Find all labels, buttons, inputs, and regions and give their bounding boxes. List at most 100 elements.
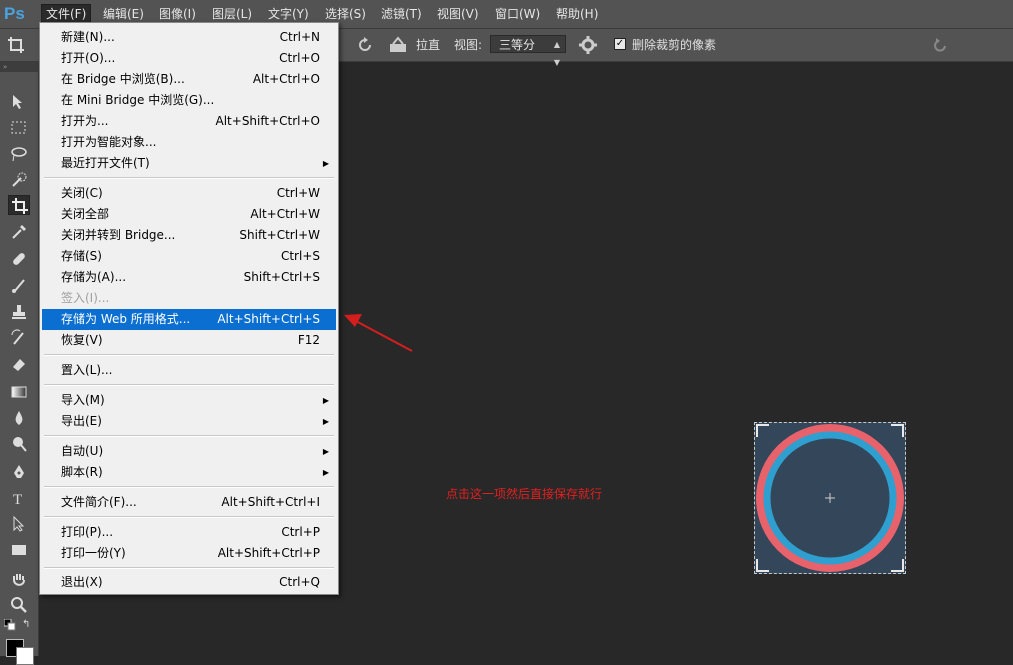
dodge-icon[interactable] bbox=[8, 434, 30, 454]
view-select-value: 三等分 bbox=[499, 38, 536, 52]
undo-reset-icon[interactable] bbox=[930, 36, 950, 54]
delete-cropped-checkbox[interactable]: ✓ bbox=[614, 38, 626, 50]
menu-item-shortcut: Alt+Shift+Ctrl+I bbox=[221, 495, 320, 509]
move-icon[interactable] bbox=[8, 92, 30, 112]
svg-text:T: T bbox=[13, 492, 22, 507]
menu-item-label: 恢复(V) bbox=[61, 333, 103, 347]
menu-separator bbox=[44, 435, 334, 437]
quick-select-icon[interactable] bbox=[8, 170, 30, 190]
menu-item-export[interactable]: 导出(E) ▶ bbox=[42, 411, 336, 432]
menu-window[interactable]: 窗口(W) bbox=[491, 5, 544, 23]
menu-item-shortcut: Shift+Ctrl+S bbox=[243, 270, 320, 284]
menu-item-save-for-web[interactable]: 存储为 Web 所用格式... Alt+Shift+Ctrl+S bbox=[42, 309, 336, 330]
menu-item-label: 打开为... bbox=[61, 114, 109, 128]
annotation-arrow bbox=[344, 314, 413, 352]
menu-item-open-smart-object[interactable]: 打开为智能对象... bbox=[42, 132, 336, 153]
menu-item-shortcut: Ctrl+Q bbox=[279, 575, 320, 589]
menu-item-scripts[interactable]: 脚本(R) ▶ bbox=[42, 462, 336, 483]
menu-help[interactable]: 帮助(H) bbox=[552, 5, 602, 23]
lasso-icon[interactable] bbox=[8, 144, 30, 164]
menu-edit[interactable]: 编辑(E) bbox=[99, 5, 148, 23]
hand-icon[interactable] bbox=[8, 570, 30, 590]
view-overlay-select[interactable]: 三等分 ▲ ▼ bbox=[490, 35, 566, 67]
menu-select[interactable]: 选择(S) bbox=[321, 5, 370, 23]
crop-preset-icon[interactable] bbox=[6, 35, 28, 55]
menu-item-import[interactable]: 导入(M) ▶ bbox=[42, 390, 336, 411]
tools-panel: » T ↰ bbox=[0, 62, 39, 665]
type-icon[interactable]: T bbox=[8, 488, 30, 508]
menu-item-browse-bridge[interactable]: 在 Bridge 中浏览(B)... Alt+Ctrl+O bbox=[42, 69, 336, 90]
straighten-label[interactable]: 拉直 bbox=[416, 37, 440, 53]
menu-item-save[interactable]: 存储(S) Ctrl+S bbox=[42, 246, 336, 267]
menu-item-close-go-bridge[interactable]: 关闭并转到 Bridge... Shift+Ctrl+W bbox=[42, 225, 336, 246]
submenu-arrow-icon: ▶ bbox=[322, 159, 329, 168]
menu-item-new[interactable]: 新建(N)... Ctrl+N bbox=[42, 27, 336, 48]
gradient-icon[interactable] bbox=[8, 382, 30, 402]
menu-item-check-in: 签入(I)... bbox=[42, 288, 336, 309]
menu-item-recent-files[interactable]: 最近打开文件(T) ▶ bbox=[42, 153, 336, 174]
eyedropper-icon[interactable] bbox=[8, 222, 30, 242]
menu-type[interactable]: 文字(Y) bbox=[264, 5, 313, 23]
menu-item-label: 自动(U) bbox=[61, 444, 104, 458]
menu-item-revert[interactable]: 恢复(V) F12 bbox=[42, 330, 336, 351]
annotation-text: 点击这一项然后直接保存就行 bbox=[446, 487, 603, 501]
menu-item-print[interactable]: 打印(P)... Ctrl+P bbox=[42, 522, 336, 543]
menu-item-label: 文件简介(F)... bbox=[61, 495, 137, 509]
menu-item-shortcut: Alt+Shift+Ctrl+O bbox=[215, 114, 320, 128]
menu-item-open-as[interactable]: 打开为... Alt+Shift+Ctrl+O bbox=[42, 111, 336, 132]
menu-item-close-all[interactable]: 关闭全部 Alt+Ctrl+W bbox=[42, 204, 336, 225]
crop-icon[interactable] bbox=[8, 195, 30, 215]
marquee-icon[interactable] bbox=[8, 118, 30, 138]
menu-item-shortcut: Alt+Ctrl+O bbox=[252, 72, 320, 86]
menu-filter[interactable]: 滤镜(T) bbox=[377, 5, 426, 23]
chevron-down-icon: ▲ ▼ bbox=[553, 40, 560, 67]
healing-icon[interactable] bbox=[8, 249, 30, 269]
history-brush-icon[interactable] bbox=[8, 328, 30, 348]
brush-icon[interactable] bbox=[8, 276, 30, 296]
menu-item-file-info[interactable]: 文件简介(F)... Alt+Shift+Ctrl+I bbox=[42, 492, 336, 513]
menu-item-label: 存储为(A)... bbox=[61, 270, 127, 284]
background-color-swatch[interactable] bbox=[16, 647, 34, 665]
eraser-icon[interactable] bbox=[8, 354, 30, 374]
menu-item-label: 打印一份(Y) bbox=[61, 546, 126, 560]
menu-item-shortcut: Alt+Shift+Ctrl+S bbox=[217, 312, 320, 326]
swap-colors-icon[interactable]: ↰ bbox=[22, 619, 34, 631]
default-colors-icon[interactable] bbox=[3, 618, 16, 631]
menu-item-save-as[interactable]: 存储为(A)... Shift+Ctrl+S bbox=[42, 267, 336, 288]
menu-separator bbox=[44, 516, 334, 518]
menu-item-shortcut: F12 bbox=[297, 333, 320, 347]
menu-item-label: 签入(I)... bbox=[61, 291, 110, 305]
clone-stamp-icon[interactable] bbox=[8, 302, 30, 322]
shape-icon[interactable] bbox=[8, 540, 30, 560]
gear-icon[interactable] bbox=[578, 35, 598, 55]
blur-icon[interactable] bbox=[8, 408, 30, 428]
menu-item-shortcut: Alt+Shift+Ctrl+P bbox=[217, 546, 320, 560]
menu-item-print-one-copy[interactable]: 打印一份(Y) Alt+Shift+Ctrl+P bbox=[42, 543, 336, 564]
panel-collapse-icon[interactable]: » bbox=[0, 62, 38, 72]
menu-item-label: 退出(X) bbox=[61, 575, 103, 589]
submenu-arrow-icon: ▶ bbox=[322, 447, 329, 456]
menu-item-close[interactable]: 关闭(C) Ctrl+W bbox=[42, 183, 336, 204]
crop-thumbnail[interactable] bbox=[754, 422, 906, 574]
menu-item-open[interactable]: 打开(O)... Ctrl+O bbox=[42, 48, 336, 69]
menu-image[interactable]: 图像(I) bbox=[155, 5, 200, 23]
menu-item-label: 在 Mini Bridge 中浏览(G)... bbox=[61, 93, 215, 107]
menu-item-browse-mini-bridge[interactable]: 在 Mini Bridge 中浏览(G)... bbox=[42, 90, 336, 111]
menu-item-place[interactable]: 置入(L)... bbox=[42, 360, 336, 381]
menu-view[interactable]: 视图(V) bbox=[433, 5, 483, 23]
reset-icon[interactable] bbox=[356, 36, 374, 54]
menu-item-label: 在 Bridge 中浏览(B)... bbox=[61, 72, 185, 86]
menu-file[interactable]: 文件(F) bbox=[41, 4, 92, 24]
menu-layer[interactable]: 图层(L) bbox=[208, 5, 256, 23]
path-select-icon[interactable] bbox=[8, 514, 30, 534]
submenu-arrow-icon: ▶ bbox=[322, 417, 329, 426]
menu-separator bbox=[44, 354, 334, 356]
pen-icon[interactable] bbox=[8, 462, 30, 482]
straighten-icon[interactable] bbox=[388, 36, 408, 54]
menu-item-exit[interactable]: 退出(X) Ctrl+Q bbox=[42, 572, 336, 593]
menu-item-automate[interactable]: 自动(U) ▶ bbox=[42, 441, 336, 462]
menu-separator bbox=[44, 567, 334, 569]
menu-item-shortcut: Ctrl+O bbox=[279, 51, 320, 65]
zoom-icon[interactable] bbox=[8, 595, 30, 615]
menu-item-shortcut: Ctrl+P bbox=[281, 525, 320, 539]
